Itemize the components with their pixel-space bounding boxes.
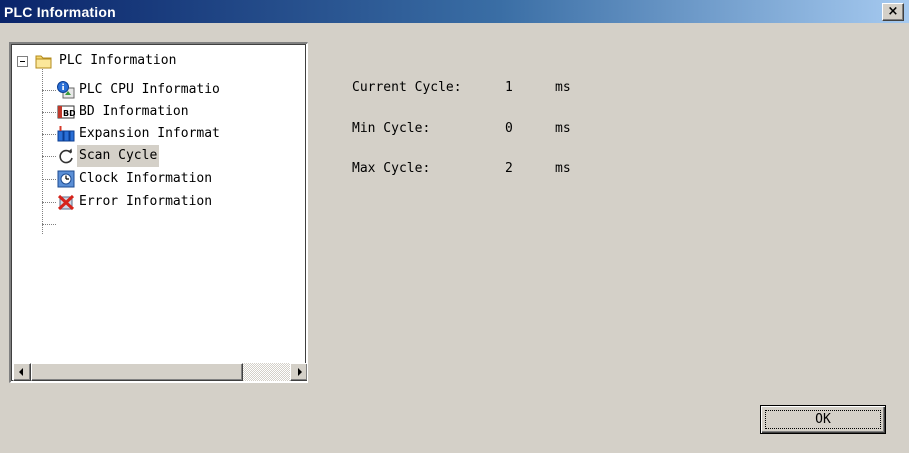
window-title: PLC Information [4, 4, 116, 20]
expansion-module-icon [57, 125, 75, 143]
svg-text:BD: BD [63, 109, 75, 118]
current-cycle-unit: ms [555, 80, 571, 95]
close-button[interactable]: × [882, 3, 904, 21]
tree-item-error-information[interactable]: Error Information [13, 191, 307, 213]
cpu-info-icon [57, 81, 75, 99]
tree-content: PLC Information PLC CPU Informatio BD BD… [13, 46, 307, 363]
max-cycle-label: Max Cycle: [352, 161, 431, 176]
error-icon [57, 193, 75, 211]
title-bar[interactable]: PLC Information × [0, 0, 909, 24]
folder-icon [35, 52, 53, 70]
tree-item-label: Error Information [79, 194, 213, 209]
tree-item-expansion-information[interactable]: Expansion Informat [13, 123, 307, 145]
scrollbar-thumb[interactable] [31, 363, 243, 381]
tree-item-label: PLC Information [59, 53, 177, 68]
tree-item-label: Clock Information [79, 171, 213, 186]
tree-item-scan-cycle[interactable]: Scan Cycle [13, 145, 307, 167]
ok-button[interactable]: OK [760, 405, 886, 434]
close-icon: × [887, 4, 899, 19]
refresh-cycle-icon [57, 147, 75, 165]
max-cycle-value: 2 [505, 161, 513, 176]
tree-item-root[interactable]: PLC Information [13, 50, 293, 72]
tree-item-label: PLC CPU Informatio [79, 82, 220, 97]
arrow-right-icon [298, 368, 302, 376]
tree-item-label: Expansion Informat [79, 126, 220, 141]
tree-view[interactable]: PLC Information PLC CPU Informatio BD BD… [9, 42, 308, 383]
tree-item-plc-cpu-information[interactable]: PLC CPU Informatio [13, 79, 307, 101]
current-cycle-value: 1 [505, 80, 513, 95]
tree-item-label: BD Information [79, 104, 189, 119]
tree-connector [42, 224, 56, 225]
horizontal-scrollbar[interactable] [13, 363, 307, 381]
min-cycle-unit: ms [555, 121, 571, 136]
tree-item-clock-information[interactable]: Clock Information [13, 168, 307, 190]
min-cycle-value: 0 [505, 121, 513, 136]
arrow-left-icon [19, 368, 23, 376]
tree-item-bd-information[interactable]: BD BD Information [13, 101, 307, 123]
scroll-right-button[interactable] [290, 363, 307, 381]
scroll-left-button[interactable] [13, 363, 31, 381]
collapse-toggle-icon[interactable] [17, 56, 28, 67]
bd-board-icon: BD [57, 103, 76, 121]
clock-icon [57, 170, 75, 188]
max-cycle-unit: ms [555, 161, 571, 176]
min-cycle-label: Min Cycle: [352, 121, 431, 136]
current-cycle-label: Current Cycle: [352, 80, 462, 95]
tree-item-label: Scan Cycle [77, 145, 160, 167]
